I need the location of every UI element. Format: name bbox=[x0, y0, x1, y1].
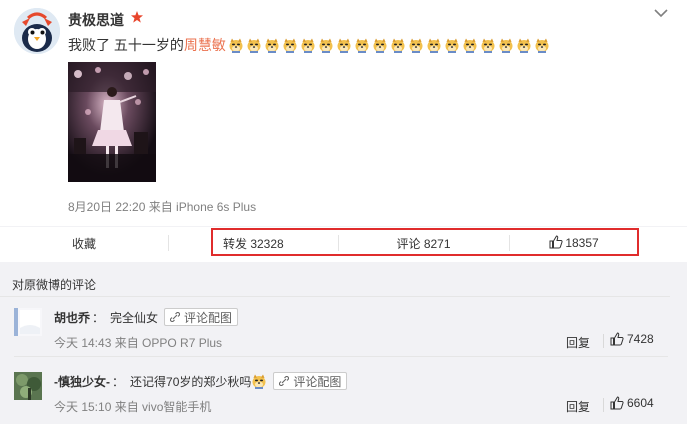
repost-button[interactable]: 转发 32328 bbox=[213, 227, 338, 259]
original-comments-section: 对原微博的评论 胡也乔 ： 完全仙女 评论配图 今天 14:43 来自 OPPO… bbox=[0, 262, 687, 424]
comment-button[interactable]: 评论 8271 bbox=[338, 227, 509, 259]
comment-divider bbox=[603, 398, 604, 412]
doge-emoji bbox=[282, 37, 298, 53]
doge-emoji bbox=[426, 37, 442, 53]
reply-button[interactable]: 回复 bbox=[566, 334, 590, 351]
like-count: 18357 bbox=[565, 236, 599, 250]
link-icon bbox=[170, 312, 181, 322]
collect-button[interactable]: 收藏 bbox=[0, 227, 168, 259]
comment-image-label: 评论配图 bbox=[293, 374, 342, 389]
link-icon bbox=[279, 376, 290, 386]
doge-emoji bbox=[354, 37, 370, 53]
doge-emoji bbox=[228, 37, 244, 53]
comment-item: 胡也乔 ： 完全仙女 评论配图 今天 14:43 来自 OPPO R7 Plus… bbox=[0, 300, 670, 362]
comment-item: -慎独少女- ： 还记得70岁的郑少秋吗 评论配图 今天 15:10 来自 vi… bbox=[0, 364, 670, 424]
post-text-prefix: 我败了 五十一岁的 bbox=[68, 37, 184, 53]
thumbs-up-icon bbox=[549, 234, 563, 252]
thumbs-up-icon bbox=[610, 396, 624, 410]
comment-divider bbox=[603, 334, 604, 348]
comment-meta: 今天 14:43 来自 OPPO R7 Plus bbox=[54, 336, 223, 350]
doge-emoji bbox=[264, 37, 280, 53]
comments-title-divider bbox=[0, 296, 670, 297]
doge-emoji bbox=[534, 37, 550, 53]
doge-emoji bbox=[246, 37, 262, 53]
post-text: 我败了 五十一岁的 周慧敏 bbox=[68, 35, 550, 55]
comment-meta: 今天 15:10 来自 vivo智能手机 bbox=[54, 400, 212, 414]
doge-emoji bbox=[462, 37, 478, 53]
comment-line: -慎独少女- ： 还记得70岁的郑少秋吗 评论配图 bbox=[54, 372, 348, 390]
vip-star-icon bbox=[130, 10, 144, 27]
comment-text: 还记得70岁的郑少秋吗 bbox=[130, 374, 252, 389]
doge-emoji bbox=[408, 37, 424, 53]
action-divider bbox=[168, 235, 169, 251]
emoji-row bbox=[228, 37, 550, 53]
doge-emoji bbox=[318, 37, 334, 53]
commenter-name[interactable]: 胡也乔 bbox=[54, 309, 90, 326]
comment-row-divider bbox=[14, 356, 668, 357]
commenter-avatar[interactable] bbox=[14, 308, 42, 336]
weibo-post: 贵极思道 我败了 五十一岁的 周慧敏 8月20日 22:20 来自 iPhone… bbox=[0, 0, 687, 226]
doge-emoji bbox=[251, 373, 267, 389]
comment-like-count: 7428 bbox=[627, 332, 654, 346]
comments-title: 对原微博的评论 bbox=[12, 278, 97, 292]
doge-emoji bbox=[336, 37, 352, 53]
doge-emoji bbox=[444, 37, 460, 53]
comment-label: 评论 8271 bbox=[396, 236, 451, 251]
comment-separator: ： bbox=[92, 310, 105, 325]
doge-emoji bbox=[498, 37, 514, 53]
post-meta: 8月20日 22:20 来自 iPhone 6s Plus bbox=[68, 200, 257, 214]
comment-line: 胡也乔 ： 完全仙女 评论配图 bbox=[54, 308, 239, 326]
comment-image-button[interactable]: 评论配图 bbox=[164, 308, 239, 326]
post-username[interactable]: 贵极思道 bbox=[68, 10, 124, 30]
comment-like-button[interactable]: 6604 bbox=[610, 396, 670, 410]
doge-emoji bbox=[372, 37, 388, 53]
doge-emoji bbox=[480, 37, 496, 53]
collect-label: 收藏 bbox=[71, 236, 96, 251]
post-action-bar: 收藏 转发 32328 评论 8271 18357 bbox=[0, 226, 687, 258]
comment-text: 完全仙女 bbox=[110, 310, 159, 325]
commenter-avatar[interactable] bbox=[14, 372, 42, 400]
comment-image-button[interactable]: 评论配图 bbox=[273, 372, 348, 390]
user-avatar[interactable] bbox=[14, 8, 60, 54]
commenter-name[interactable]: -慎独少女- bbox=[54, 373, 110, 390]
comment-separator: ： bbox=[112, 374, 125, 389]
thumbs-up-icon bbox=[610, 332, 624, 346]
doge-emoji bbox=[390, 37, 406, 53]
repost-label: 转发 32328 bbox=[223, 236, 284, 251]
like-button[interactable]: 18357 bbox=[509, 227, 639, 259]
post-photo[interactable] bbox=[68, 62, 156, 182]
comment-image-label: 评论配图 bbox=[184, 310, 233, 325]
doge-emoji bbox=[516, 37, 532, 53]
reply-button[interactable]: 回复 bbox=[566, 398, 590, 415]
comment-like-button[interactable]: 7428 bbox=[610, 332, 670, 346]
doge-emoji bbox=[300, 37, 316, 53]
post-topic-link[interactable]: 周慧敏 bbox=[184, 35, 226, 55]
comment-like-count: 6604 bbox=[627, 396, 654, 410]
chevron-down-icon[interactable] bbox=[653, 6, 669, 20]
